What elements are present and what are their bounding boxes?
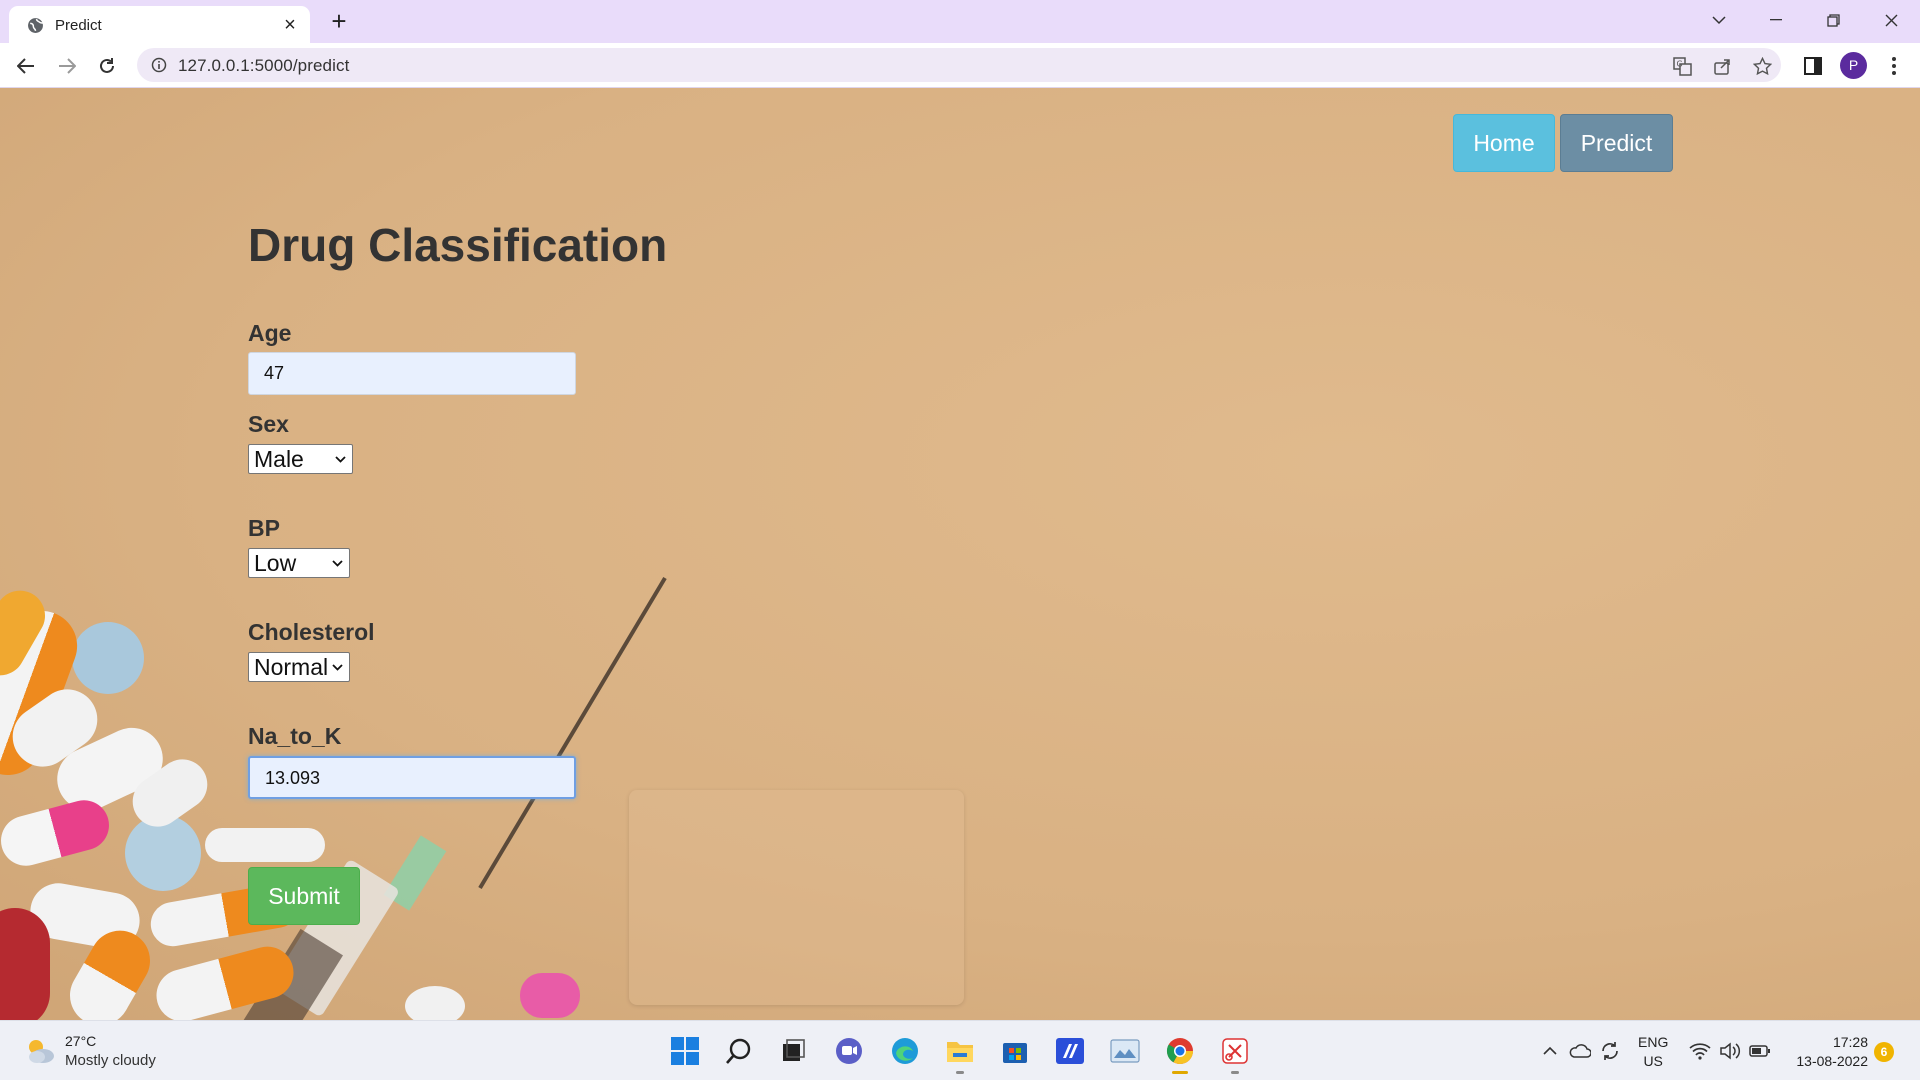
chevron-up-icon[interactable] — [1538, 1039, 1562, 1063]
windows-start-icon[interactable] — [666, 1032, 704, 1070]
teams-chat-icon[interactable] — [830, 1032, 868, 1070]
browser-tab-predict[interactable]: Predict × — [9, 6, 310, 43]
edge-browser-icon[interactable] — [886, 1032, 924, 1070]
wifi-icon[interactable] — [1688, 1039, 1712, 1063]
clock-time: 17:28 — [1832, 1034, 1868, 1050]
nav-home-button[interactable]: Home — [1453, 114, 1555, 172]
svg-text:G: G — [1676, 59, 1682, 68]
windows-taskbar: 27°C Mostly cloudy ENG US 17:28 13-08-20… — [0, 1020, 1920, 1080]
sex-label: Sex — [248, 411, 289, 437]
reload-icon[interactable] — [92, 51, 122, 81]
bp-select-value: Low — [254, 550, 297, 576]
weather-temp: 27°C — [65, 1033, 97, 1049]
weather-desc: Mostly cloudy — [65, 1052, 156, 1069]
photos-app-icon[interactable] — [1106, 1032, 1144, 1070]
profile-avatar[interactable]: P — [1840, 52, 1867, 79]
close-window-icon[interactable] — [1874, 6, 1908, 34]
globe-icon — [28, 18, 44, 33]
search-icon[interactable] — [720, 1032, 758, 1070]
cholesterol-select[interactable]: Normal — [248, 652, 350, 682]
address-bar[interactable]: 127.0.0.1:5000/predict G — [137, 48, 1781, 82]
na-to-k-label: Na_to_K — [248, 723, 342, 749]
snipping-tool-icon[interactable] — [1216, 1032, 1254, 1074]
result-panel — [629, 790, 964, 1005]
translate-icon[interactable]: G — [1671, 55, 1693, 77]
cholesterol-label: Cholesterol — [248, 619, 375, 645]
sex-select[interactable]: Male — [248, 444, 353, 474]
share-icon[interactable] — [1711, 55, 1733, 77]
microsoft-store-icon[interactable] — [996, 1032, 1034, 1070]
chrome-icon[interactable] — [1161, 1032, 1199, 1074]
visual-studio-code-icon[interactable] — [1051, 1032, 1089, 1070]
menu-kebab-icon[interactable] — [1880, 52, 1908, 80]
task-view-icon[interactable] — [774, 1032, 812, 1070]
region-code: US — [1643, 1053, 1663, 1069]
close-tab-icon[interactable]: × — [279, 14, 301, 36]
bp-label: BP — [248, 515, 280, 541]
restore-icon[interactable] — [1816, 6, 1850, 34]
forward-arrow-icon[interactable] — [52, 51, 82, 81]
bp-select[interactable]: Low — [248, 548, 350, 578]
age-label: Age — [248, 320, 292, 346]
nav-predict-button[interactable]: Predict — [1560, 114, 1673, 172]
clock-date: 13-08-2022 — [1796, 1053, 1868, 1069]
submit-button[interactable]: Submit — [248, 867, 360, 925]
file-explorer-icon[interactable] — [941, 1032, 979, 1074]
tab-search-chevron-icon[interactable] — [1702, 6, 1736, 34]
sync-icon[interactable] — [1598, 1039, 1622, 1063]
page-content: Home Predict Drug Classification Age 47 … — [0, 88, 1920, 1020]
system-clock[interactable]: 17:28 13-08-2022 — [1786, 1033, 1868, 1071]
browser-tab-bar: Predict × + — [0, 0, 1920, 43]
notification-badge[interactable]: 6 — [1874, 1042, 1894, 1062]
na-to-k-input[interactable]: 13.093 — [248, 756, 576, 799]
new-tab-icon[interactable]: + — [325, 7, 353, 35]
language-code: ENG — [1638, 1034, 1669, 1050]
minimize-icon[interactable] — [1759, 6, 1793, 34]
cholesterol-select-value: Normal — [254, 654, 329, 680]
sex-select-value: Male — [254, 446, 304, 472]
url-text: 127.0.0.1:5000/predict — [178, 56, 350, 75]
chevron-down-icon — [335, 456, 346, 463]
cloudy-weather-icon[interactable] — [24, 1036, 56, 1066]
volume-icon[interactable] — [1718, 1039, 1742, 1063]
language-indicator[interactable]: ENG US — [1638, 1033, 1668, 1071]
battery-icon[interactable] — [1748, 1039, 1772, 1063]
bookmark-star-icon[interactable] — [1751, 55, 1773, 77]
browser-toolbar: 127.0.0.1:5000/predict G — [0, 43, 1920, 88]
tab-title: Predict — [55, 17, 102, 34]
chevron-down-icon — [332, 664, 343, 671]
chevron-down-icon — [332, 560, 343, 567]
age-input[interactable]: 47 — [248, 352, 576, 395]
site-info-icon[interactable] — [151, 57, 167, 73]
back-arrow-icon[interactable] — [11, 51, 41, 81]
side-panel-icon[interactable] — [1799, 52, 1827, 80]
page-title: Drug Classification — [248, 219, 668, 271]
onedrive-cloud-icon[interactable] — [1568, 1039, 1592, 1063]
